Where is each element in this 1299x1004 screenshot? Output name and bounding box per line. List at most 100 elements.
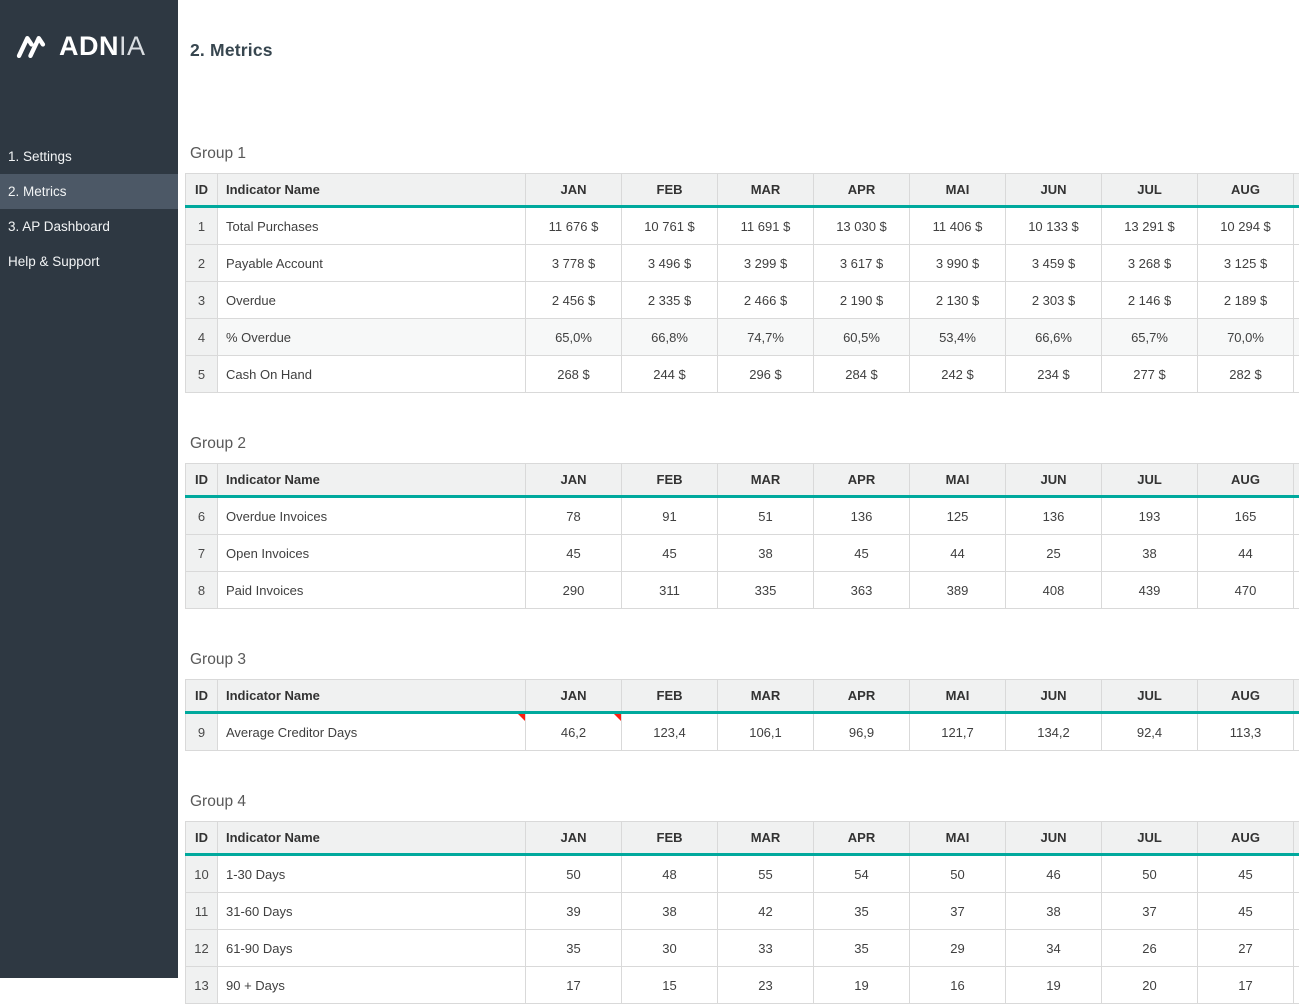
- cell-value[interactable]: 45: [622, 535, 718, 572]
- cell-value[interactable]: 2 303 $: [1006, 282, 1102, 319]
- cell-value[interactable]: 106,1: [718, 713, 814, 751]
- cell-value[interactable]: 20: [1102, 967, 1198, 1004]
- cell-value[interactable]: 113,3: [1198, 713, 1294, 751]
- cell-value[interactable]: 11 691 $: [718, 207, 814, 245]
- cell-value[interactable]: 121,7: [910, 713, 1006, 751]
- cell-value[interactable]: 11 676 $: [526, 207, 622, 245]
- cell-value[interactable]: 10 133 $: [1006, 207, 1102, 245]
- cell-value[interactable]: 136: [1006, 497, 1102, 535]
- cell-value[interactable]: 3 299 $: [718, 245, 814, 282]
- cell-indicator-name[interactable]: 1-30 Days: [218, 855, 526, 893]
- cell-value[interactable]: 3 459 $: [1006, 245, 1102, 282]
- cell-indicator-name[interactable]: % Overdue: [218, 319, 526, 356]
- sidebar-item-2-metrics[interactable]: 2. Metrics: [0, 174, 178, 209]
- cell-value[interactable]: 38: [718, 535, 814, 572]
- cell-indicator-name[interactable]: Overdue Invoices: [218, 497, 526, 535]
- cell-value[interactable]: 92,4: [1102, 713, 1198, 751]
- cell-id[interactable]: 4: [186, 319, 218, 356]
- cell-value[interactable]: 42: [718, 893, 814, 930]
- cell-value[interactable]: 46: [1006, 855, 1102, 893]
- cell-value[interactable]: 284 $: [814, 356, 910, 393]
- cell-value[interactable]: 65,7%: [1102, 319, 1198, 356]
- cell-value[interactable]: 242 $: [910, 356, 1006, 393]
- cell-value[interactable]: 51: [718, 497, 814, 535]
- cell-value[interactable]: 17: [1198, 967, 1294, 1004]
- cell-value[interactable]: 165: [1198, 497, 1294, 535]
- cell-value[interactable]: 335: [718, 572, 814, 609]
- cell-value[interactable]: 66,8%: [622, 319, 718, 356]
- cell-value[interactable]: 53,4%: [910, 319, 1006, 356]
- cell-value[interactable]: 25: [1006, 535, 1102, 572]
- cell-value[interactable]: 363: [814, 572, 910, 609]
- cell-value[interactable]: 389: [910, 572, 1006, 609]
- cell-indicator-name[interactable]: 31-60 Days: [218, 893, 526, 930]
- cell-value[interactable]: 37: [910, 893, 1006, 930]
- cell-value[interactable]: 74,7%: [718, 319, 814, 356]
- cell-value[interactable]: 39: [526, 893, 622, 930]
- cell-id[interactable]: 8: [186, 572, 218, 609]
- cell-value[interactable]: 44: [910, 535, 1006, 572]
- cell-value[interactable]: 78: [526, 497, 622, 535]
- cell-value[interactable]: 2 466 $: [718, 282, 814, 319]
- cell-id[interactable]: 1: [186, 207, 218, 245]
- cell-id[interactable]: 6: [186, 497, 218, 535]
- cell-value[interactable]: 26: [1102, 930, 1198, 967]
- cell-value[interactable]: 45: [1198, 855, 1294, 893]
- cell-value[interactable]: 268 $: [526, 356, 622, 393]
- cell-value[interactable]: 48: [622, 855, 718, 893]
- cell-value[interactable]: 10 761 $: [622, 207, 718, 245]
- cell-value[interactable]: 15: [622, 967, 718, 1004]
- cell-value[interactable]: 311: [622, 572, 718, 609]
- cell-value[interactable]: 45: [1198, 893, 1294, 930]
- cell-indicator-name[interactable]: 90 + Days: [218, 967, 526, 1004]
- cell-value[interactable]: 23: [718, 967, 814, 1004]
- cell-value[interactable]: 3 778 $: [526, 245, 622, 282]
- cell-id[interactable]: 9: [186, 713, 218, 751]
- cell-value[interactable]: 16: [910, 967, 1006, 1004]
- cell-value[interactable]: 2 146 $: [1102, 282, 1198, 319]
- cell-indicator-name[interactable]: Paid Invoices: [218, 572, 526, 609]
- cell-value[interactable]: 2 130 $: [910, 282, 1006, 319]
- cell-value[interactable]: 38: [622, 893, 718, 930]
- cell-value[interactable]: 35: [814, 893, 910, 930]
- cell-value[interactable]: 13 030 $: [814, 207, 910, 245]
- cell-value[interactable]: 2 190 $: [814, 282, 910, 319]
- cell-value[interactable]: 50: [1102, 855, 1198, 893]
- cell-value[interactable]: 35: [526, 930, 622, 967]
- cell-indicator-name[interactable]: Overdue: [218, 282, 526, 319]
- cell-value[interactable]: 234 $: [1006, 356, 1102, 393]
- cell-id[interactable]: 10: [186, 855, 218, 893]
- cell-value[interactable]: 19: [1006, 967, 1102, 1004]
- sidebar-item-help-support[interactable]: Help & Support: [0, 244, 178, 279]
- cell-value[interactable]: 38: [1102, 535, 1198, 572]
- cell-id[interactable]: 5: [186, 356, 218, 393]
- cell-indicator-name[interactable]: Total Purchases: [218, 207, 526, 245]
- cell-value[interactable]: 290: [526, 572, 622, 609]
- cell-value[interactable]: 10 294 $: [1198, 207, 1294, 245]
- cell-value[interactable]: 3 268 $: [1102, 245, 1198, 282]
- cell-value[interactable]: 244 $: [622, 356, 718, 393]
- cell-value[interactable]: 46,2: [526, 713, 622, 751]
- cell-value[interactable]: 136: [814, 497, 910, 535]
- cell-value[interactable]: 34: [1006, 930, 1102, 967]
- cell-value[interactable]: 17: [526, 967, 622, 1004]
- cell-value[interactable]: 29: [910, 930, 1006, 967]
- cell-value[interactable]: 193: [1102, 497, 1198, 535]
- cell-value[interactable]: 277 $: [1102, 356, 1198, 393]
- cell-value[interactable]: 66,6%: [1006, 319, 1102, 356]
- cell-id[interactable]: 2: [186, 245, 218, 282]
- cell-value[interactable]: 60,5%: [814, 319, 910, 356]
- cell-value[interactable]: 91: [622, 497, 718, 535]
- cell-value[interactable]: 65,0%: [526, 319, 622, 356]
- cell-value[interactable]: 45: [526, 535, 622, 572]
- cell-value[interactable]: 3 617 $: [814, 245, 910, 282]
- cell-value[interactable]: 35: [814, 930, 910, 967]
- cell-value[interactable]: 3 990 $: [910, 245, 1006, 282]
- cell-value[interactable]: 2 456 $: [526, 282, 622, 319]
- cell-value[interactable]: 45: [814, 535, 910, 572]
- cell-value[interactable]: 50: [910, 855, 1006, 893]
- cell-value[interactable]: 2 335 $: [622, 282, 718, 319]
- cell-value[interactable]: 37: [1102, 893, 1198, 930]
- cell-value[interactable]: 2 189 $: [1198, 282, 1294, 319]
- sidebar-item-3-ap-dashboard[interactable]: 3. AP Dashboard: [0, 209, 178, 244]
